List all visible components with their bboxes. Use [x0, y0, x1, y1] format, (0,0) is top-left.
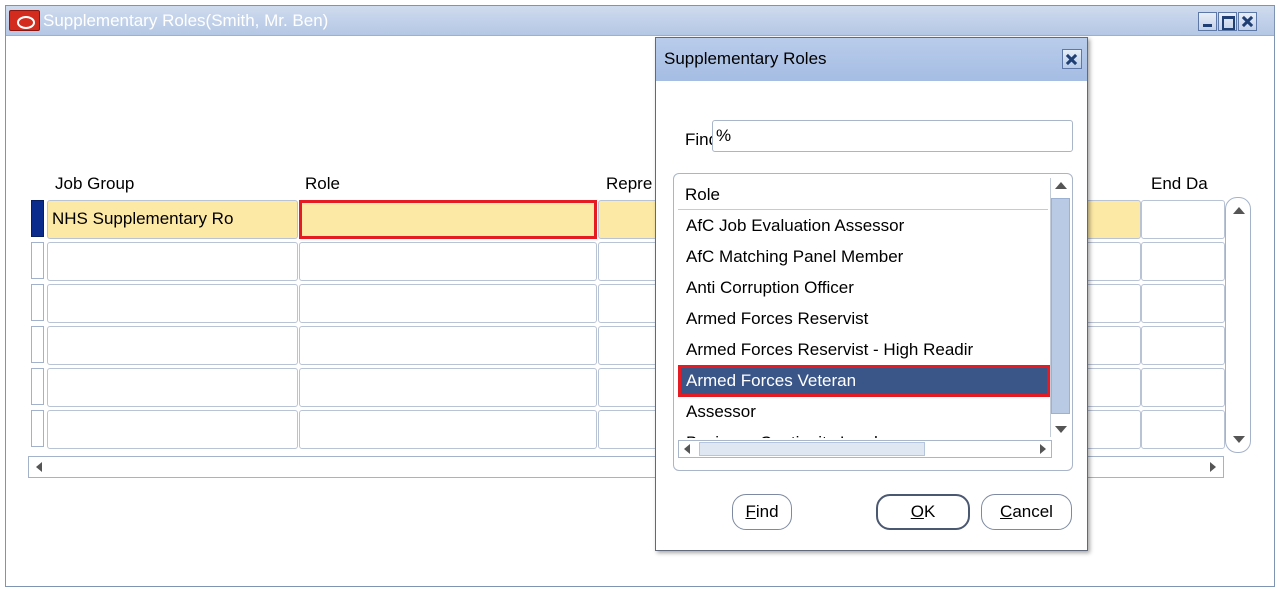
- end-date-cell[interactable]: [1141, 284, 1225, 323]
- job-group-cell[interactable]: [47, 326, 298, 365]
- list-item[interactable]: Assessor: [678, 396, 1050, 428]
- supplementary-roles-dialog: Supplementary Roles Find Role AfC Job Ev…: [655, 37, 1088, 551]
- list-vertical-scrollbar[interactable]: [1050, 178, 1070, 437]
- job-group-cell[interactable]: [47, 242, 298, 281]
- list-item[interactable]: AfC Matching Panel Member: [678, 241, 1050, 273]
- maximize-icon[interactable]: [1218, 12, 1237, 31]
- close-icon[interactable]: [1238, 12, 1257, 31]
- list-scroll-down-icon[interactable]: [1055, 426, 1067, 433]
- dialog-close-icon[interactable]: [1062, 49, 1082, 69]
- ok-button[interactable]: OK: [876, 494, 970, 530]
- row-selector[interactable]: [31, 368, 44, 405]
- role-cell[interactable]: [299, 200, 597, 239]
- list-item[interactable]: Business Continuity Lead: [678, 427, 1050, 438]
- end-date-cell[interactable]: [1141, 326, 1225, 365]
- roles-list: Role AfC Job Evaluation Assessor AfC Matc…: [673, 173, 1073, 471]
- row-selector[interactable]: [31, 410, 44, 447]
- end-date-cell[interactable]: [1141, 200, 1225, 239]
- job-group-value: NHS Supplementary Ro: [52, 209, 234, 228]
- column-header-job-group: Job Group: [55, 174, 135, 193]
- window-title: Supplementary Roles(Smith, Mr. Ben): [43, 11, 329, 30]
- list-scroll-right-icon[interactable]: [1040, 444, 1046, 454]
- scroll-up-icon[interactable]: [1233, 207, 1245, 214]
- role-cell[interactable]: [299, 410, 597, 449]
- column-header-end-date: End Da: [1151, 174, 1208, 193]
- scroll-left-icon[interactable]: [36, 462, 42, 472]
- list-rows: AfC Job Evaluation Assessor AfC Matching …: [678, 210, 1050, 438]
- main-title-bar[interactable]: Supplementary Roles(Smith, Mr. Ben): [6, 6, 1274, 36]
- list-horizontal-scrollbar[interactable]: [678, 440, 1052, 458]
- list-scroll-thumb[interactable]: [1051, 198, 1070, 414]
- scroll-down-icon[interactable]: [1233, 436, 1245, 443]
- list-item[interactable]: AfC Job Evaluation Assessor: [678, 210, 1050, 242]
- job-group-cell[interactable]: [47, 410, 298, 449]
- list-item[interactable]: Armed Forces Veteran: [678, 365, 1050, 397]
- list-item[interactable]: Anti Corruption Officer: [678, 272, 1050, 304]
- row-selector[interactable]: [31, 326, 44, 363]
- end-date-cell[interactable]: [1141, 368, 1225, 407]
- column-header-role: Role: [305, 174, 340, 193]
- job-group-cell[interactable]: [47, 368, 298, 407]
- list-item[interactable]: Armed Forces Reservist - High Readir: [678, 334, 1050, 366]
- row-selector[interactable]: [31, 200, 44, 237]
- list-column-header-role: Role: [685, 185, 720, 204]
- list-scroll-left-icon[interactable]: [684, 444, 690, 454]
- end-date-cell[interactable]: [1141, 410, 1225, 449]
- role-cell[interactable]: [299, 284, 597, 323]
- role-cell[interactable]: [299, 242, 597, 281]
- cancel-button[interactable]: Cancel: [981, 494, 1072, 530]
- minimize-icon[interactable]: [1198, 12, 1217, 31]
- scroll-right-icon[interactable]: [1210, 462, 1216, 472]
- column-header-representative: Repre: [606, 174, 653, 193]
- end-date-cell[interactable]: [1141, 242, 1225, 281]
- dialog-title-bar[interactable]: Supplementary Roles: [656, 38, 1087, 81]
- list-item[interactable]: Armed Forces Reservist: [678, 303, 1050, 335]
- job-group-cell[interactable]: [47, 284, 298, 323]
- list-scroll-up-icon[interactable]: [1055, 182, 1067, 189]
- row-selector[interactable]: [31, 242, 44, 279]
- find-input[interactable]: [712, 120, 1073, 152]
- row-selector[interactable]: [31, 284, 44, 321]
- find-button[interactable]: Find: [732, 494, 792, 530]
- oracle-app-icon: [9, 10, 40, 31]
- role-cell[interactable]: [299, 368, 597, 407]
- list-hscroll-thumb[interactable]: [699, 442, 925, 456]
- dialog-title: Supplementary Roles: [664, 49, 827, 68]
- job-group-cell[interactable]: NHS Supplementary Ro: [47, 200, 298, 239]
- grid-vertical-scrollbar[interactable]: [1225, 197, 1251, 453]
- role-cell[interactable]: [299, 326, 597, 365]
